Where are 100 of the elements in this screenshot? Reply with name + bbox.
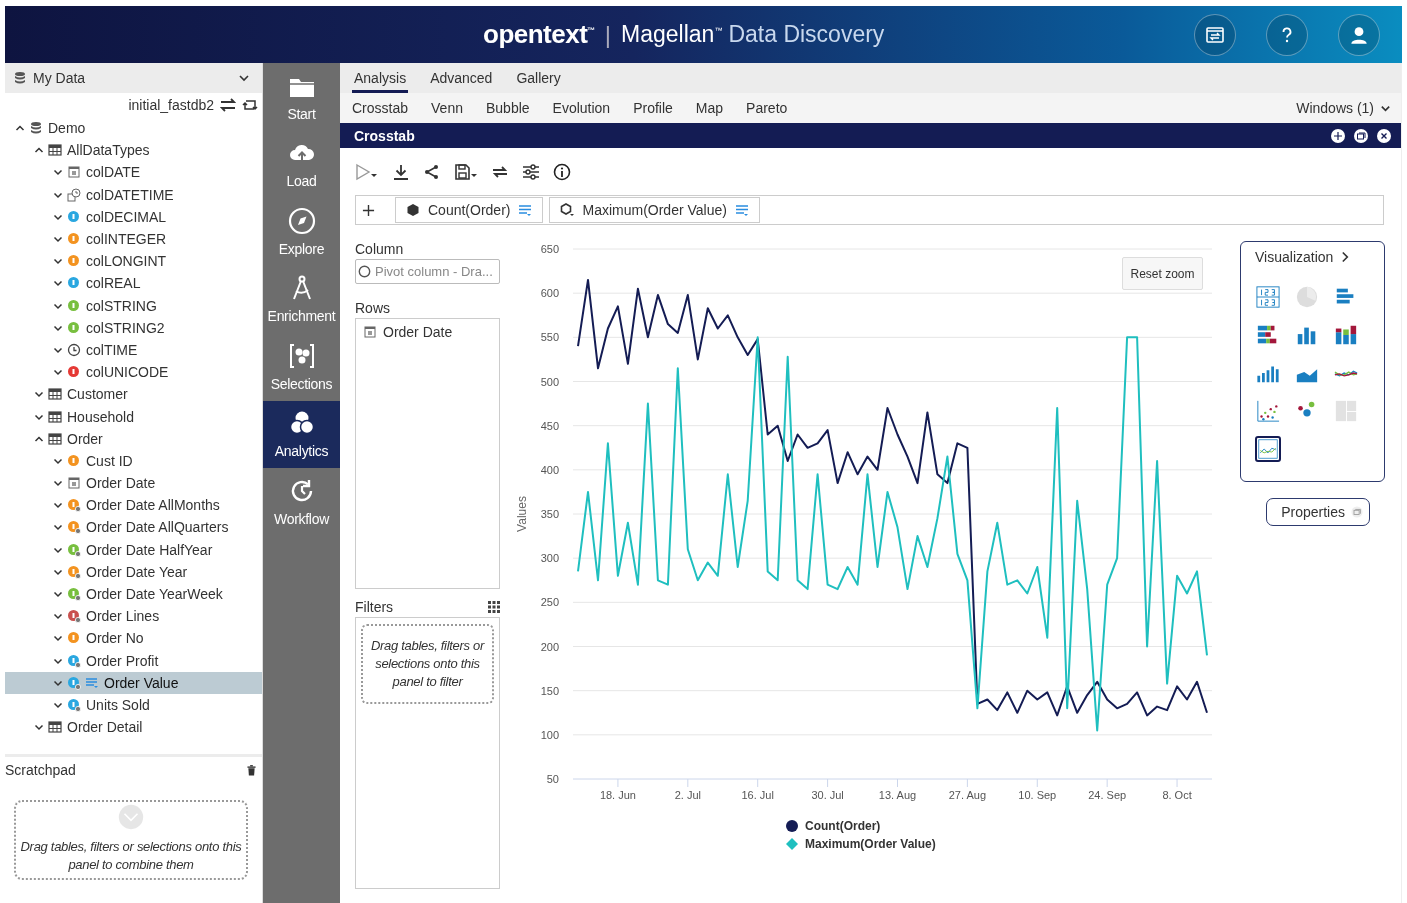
x-tick-label: 8. Oct xyxy=(1162,789,1192,801)
nav-item[interactable]: Workflow xyxy=(263,468,340,536)
nav-item[interactable]: Start xyxy=(263,63,340,131)
grid-icon[interactable] xyxy=(488,601,500,613)
chevron-right-icon[interactable] xyxy=(1341,251,1351,263)
tree-row[interactable]: Units Sold xyxy=(5,693,262,717)
number-table-icon xyxy=(1256,285,1280,309)
tree-item-label: colLONGINT xyxy=(86,253,167,270)
analysis-type-tab[interactable]: Pareto xyxy=(746,100,788,116)
tree-row[interactable]: Cust ID xyxy=(5,449,262,472)
filter-drop-zone[interactable]: Drag tables, filters or selections onto this panel to filter xyxy=(361,624,494,704)
tree-row[interactable]: colREAL xyxy=(5,272,262,295)
source-name: initial_fastdb2 xyxy=(128,97,214,113)
chevron-down-icon[interactable] xyxy=(53,611,63,622)
nav-item[interactable]: Selections xyxy=(263,333,340,401)
panel-title: My Data xyxy=(33,70,87,86)
legend-item[interactable]: Maximum(Order Value) xyxy=(786,837,936,851)
nav-item[interactable]: Analytics xyxy=(263,400,340,468)
analysis-type-tab[interactable]: Crosstab xyxy=(352,100,409,116)
chevron-down-icon[interactable] xyxy=(53,633,63,644)
chevron-down-icon[interactable] xyxy=(53,278,63,289)
chevron-down-icon[interactable] xyxy=(53,478,63,489)
nav-item[interactable]: Explore xyxy=(263,198,340,266)
tree-row[interactable]: Order No xyxy=(5,627,262,650)
tab[interactable]: Gallery xyxy=(514,70,563,93)
tree-row[interactable]: Household xyxy=(5,405,262,428)
tree-row[interactable]: Demo xyxy=(5,117,262,140)
chevron-down-icon[interactable] xyxy=(53,234,63,245)
switch-window-button[interactable] xyxy=(1194,13,1236,56)
run-dropdown-icon[interactable] xyxy=(355,163,379,181)
save-dropdown-icon[interactable] xyxy=(454,163,478,181)
tree-row[interactable]: colINTEGER xyxy=(5,227,262,251)
legend-item[interactable]: Count(Order) xyxy=(786,819,881,833)
nav-item[interactable]: Enrichment xyxy=(263,265,340,333)
tree-row[interactable]: AllDataTypes xyxy=(5,139,262,162)
close-button[interactable] xyxy=(1377,128,1391,143)
analysis-type-tab[interactable]: Bubble xyxy=(485,100,530,116)
tree-row[interactable]: Order Date YearWeek xyxy=(5,582,262,606)
tree-row[interactable]: colDATE xyxy=(5,161,262,184)
tree-row[interactable]: Order Date Year xyxy=(5,560,262,583)
tree-row[interactable]: colSTRING xyxy=(5,294,262,317)
tree-row[interactable]: Order Detail xyxy=(5,716,262,739)
chevron-down-icon[interactable] xyxy=(53,167,63,178)
list-icon[interactable] xyxy=(518,203,533,217)
tree-row[interactable]: Order Value xyxy=(5,671,262,694)
chevron-down-icon[interactable] xyxy=(34,722,44,733)
tree-row[interactable]: colUNICODE xyxy=(5,361,262,384)
analysis-type-tab[interactable]: Profile xyxy=(633,100,673,116)
chevron-down-icon[interactable] xyxy=(53,589,63,600)
info-icon[interactable] xyxy=(553,163,571,181)
refresh-icon[interactable] xyxy=(242,98,258,112)
analysis-type-tab[interactable]: Venn xyxy=(431,100,463,116)
visualization-option[interactable] xyxy=(1255,436,1281,462)
user-button[interactable] xyxy=(1338,13,1380,56)
measure-chip[interactable]: Count(Order) xyxy=(395,197,544,223)
tree-row[interactable]: Order Lines xyxy=(5,605,262,628)
chevron-down-icon[interactable] xyxy=(53,522,63,533)
analysis-type-tab[interactable]: Evolution xyxy=(552,100,611,116)
field-type-icon xyxy=(67,365,81,380)
data-source-dropdown[interactable]: My Data xyxy=(5,63,262,93)
add-icon[interactable] xyxy=(362,203,375,217)
tree-row[interactable]: Order Date AllQuarters xyxy=(5,516,262,539)
tree-item-label: Order Date xyxy=(86,475,156,492)
tree-row[interactable]: Order Date HalfYear xyxy=(5,538,262,561)
swap-icon[interactable] xyxy=(220,98,236,112)
chevron-down-icon[interactable] xyxy=(34,389,44,400)
sliders-icon[interactable] xyxy=(522,163,540,181)
tree-row[interactable]: Customer xyxy=(5,383,262,406)
brand-separator: | xyxy=(604,20,612,49)
restore-button[interactable] xyxy=(1354,128,1368,143)
tree-row[interactable]: Order Date xyxy=(5,472,262,495)
share-icon[interactable] xyxy=(423,163,441,181)
trash-icon[interactable] xyxy=(247,764,256,776)
tree-row[interactable]: Order Date AllMonths xyxy=(5,494,262,517)
measure-chip[interactable]: Maximum(Order Value) xyxy=(549,197,760,223)
tree-row[interactable]: colDECIMAL xyxy=(5,205,262,228)
tree-row[interactable]: colTIME xyxy=(5,338,262,362)
help-button[interactable] xyxy=(1266,13,1308,56)
tree-row[interactable]: colSTRING2 xyxy=(5,316,262,339)
chevron-down-icon[interactable] xyxy=(53,367,63,378)
add-button[interactable] xyxy=(1331,128,1345,143)
reset-zoom-button[interactable]: Reset zoom xyxy=(1122,257,1203,290)
tree-row[interactable]: Order Profit xyxy=(5,649,262,672)
chevron-down-icon[interactable] xyxy=(53,500,63,511)
windows-menu[interactable]: Windows (1) xyxy=(1296,100,1391,116)
row-field[interactable]: Order Date xyxy=(363,324,492,340)
tab[interactable]: Advanced xyxy=(428,70,495,93)
nav-item[interactable]: Load xyxy=(263,130,340,198)
chevron-down-icon[interactable] xyxy=(53,256,63,267)
analysis-type-tab[interactable]: Map xyxy=(695,100,724,116)
treemap-icon xyxy=(1334,399,1358,423)
download-icon[interactable] xyxy=(392,163,410,181)
derived-field-icon xyxy=(67,675,81,690)
tree-row[interactable]: colLONGINT xyxy=(5,250,262,273)
tree-row[interactable]: colDATETIME xyxy=(5,183,262,206)
properties-button[interactable]: Properties xyxy=(1266,498,1370,526)
list-icon[interactable] xyxy=(734,203,749,217)
tree-row[interactable]: Order xyxy=(5,427,262,450)
pivot-column-field[interactable]: Pivot column - Dra... xyxy=(355,259,500,284)
drop-zone[interactable]: Drag tables, filters or selections onto this panel to combine them xyxy=(14,800,248,881)
